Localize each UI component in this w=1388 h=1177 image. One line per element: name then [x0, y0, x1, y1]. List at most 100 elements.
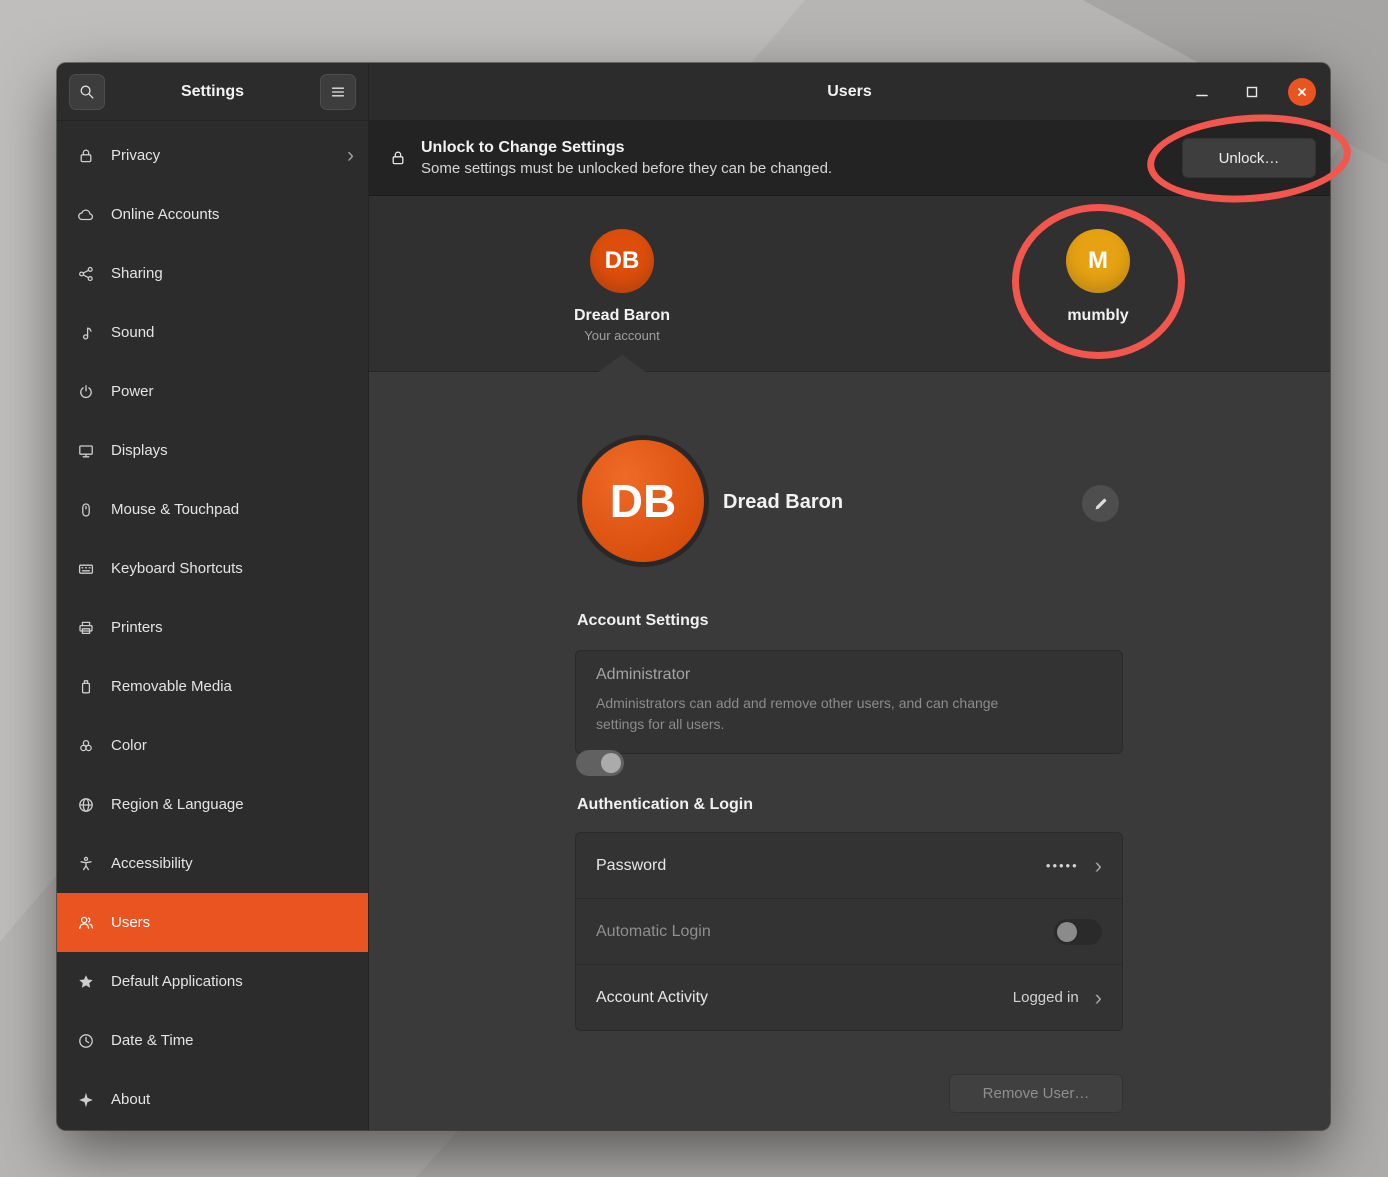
- maximize-button[interactable]: [1238, 78, 1266, 106]
- sparkle-icon: [77, 1091, 95, 1109]
- toggle-knob: [1057, 922, 1077, 942]
- row-label: Password: [596, 857, 666, 875]
- profile-avatar[interactable]: DB: [577, 435, 709, 567]
- sound-icon: [77, 324, 95, 342]
- sidebar-item-label: Printers: [111, 619, 354, 636]
- sidebar-item-label: Color: [111, 737, 354, 754]
- sidebar-item-label: Removable Media: [111, 678, 354, 695]
- lock-icon: [77, 147, 95, 165]
- row-value: •••••: [1046, 858, 1079, 873]
- lock-icon: [389, 149, 407, 167]
- sidebar-item-label: Default Applications: [111, 973, 354, 990]
- sidebar-item-label: Keyboard Shortcuts: [111, 560, 354, 577]
- user-avatar: M: [1066, 229, 1130, 293]
- sidebar-item-date-time[interactable]: Date & Time: [57, 1011, 368, 1070]
- sidebar-item-online-accounts[interactable]: Online Accounts: [57, 185, 368, 244]
- auth-row-automatic-login[interactable]: Automatic Login: [576, 899, 1122, 965]
- sidebar-item-default-applications[interactable]: Default Applications: [57, 952, 368, 1011]
- selected-user-notch: [598, 355, 646, 372]
- window-controls: [1188, 63, 1316, 121]
- desktop: { "colors": { "accent": "#E95420", "anno…: [0, 0, 1388, 1177]
- close-button[interactable]: [1288, 78, 1316, 106]
- minimize-button[interactable]: [1188, 78, 1216, 106]
- unlock-title: Unlock to Change Settings: [421, 139, 1168, 157]
- row-accessory: Logged in›: [1013, 987, 1102, 1009]
- administrator-card: Administrator Administrators can add and…: [575, 650, 1123, 754]
- user-name: Dread Baron: [574, 307, 670, 325]
- auth-row-account-activity[interactable]: Account ActivityLogged in›: [576, 965, 1122, 1030]
- sidebar-item-power[interactable]: Power: [57, 362, 368, 421]
- sidebar: Settings Privacy › Online Accounts Sharing S…: [57, 63, 369, 1130]
- sidebar-item-label: Mouse & Touchpad: [111, 501, 354, 518]
- avatar-initials: DB: [610, 474, 676, 528]
- remove-user-button[interactable]: Remove User…: [949, 1074, 1123, 1113]
- sidebar-item-label: Displays: [111, 442, 354, 459]
- search-button[interactable]: [69, 74, 105, 110]
- auth-login-heading: Authentication & Login: [577, 796, 753, 814]
- sidebar-item-label: About: [111, 1091, 354, 1108]
- sidebar-item-label: Date & Time: [111, 1032, 354, 1049]
- sidebar-title: Settings: [181, 83, 244, 101]
- toggle-knob: [601, 753, 621, 773]
- row-accessory: [1054, 919, 1102, 945]
- auth-row-password[interactable]: Password ••••• ›: [576, 833, 1122, 899]
- sidebar-item-label: Users: [111, 914, 354, 931]
- sidebar-item-printers[interactable]: Printers: [57, 598, 368, 657]
- sidebar-item-label: Power: [111, 383, 354, 400]
- row-accessory: ••••• ›: [1046, 855, 1102, 877]
- cloud-icon: [77, 206, 95, 224]
- profile-name: Dread Baron: [723, 491, 843, 514]
- main-area: Users Unlock to Change Settings Some set…: [369, 63, 1330, 1130]
- chevron-right-icon: ›: [1095, 855, 1102, 877]
- sidebar-item-privacy[interactable]: Privacy ›: [57, 126, 368, 185]
- administrator-toggle[interactable]: [576, 750, 624, 776]
- sidebar-item-sound[interactable]: Sound: [57, 303, 368, 362]
- power-icon: [77, 383, 95, 401]
- automatic-login-toggle[interactable]: [1054, 919, 1102, 945]
- unlock-button[interactable]: Unlock…: [1182, 138, 1316, 178]
- hamburger-menu-icon: [329, 83, 347, 101]
- administrator-description: Administrators can add and remove other …: [596, 693, 1026, 735]
- sidebar-item-about[interactable]: About: [57, 1070, 368, 1129]
- sidebar-list: Privacy › Online Accounts Sharing Sound Power…: [57, 121, 368, 1129]
- sidebar-item-accessibility[interactable]: Accessibility: [57, 834, 368, 893]
- chevron-right-icon: ›: [347, 145, 354, 166]
- removable-icon: [77, 678, 95, 696]
- sidebar-header: Settings: [57, 63, 368, 121]
- share-icon: [77, 265, 95, 283]
- unlock-text: Unlock to Change Settings Some settings …: [421, 139, 1168, 177]
- sidebar-item-color[interactable]: Color: [57, 716, 368, 775]
- user-detail-panel: DB Dread Baron Account Settings Administ…: [369, 372, 1330, 1130]
- user-card-dread-baron[interactable]: DBDread BaronYour account: [537, 229, 707, 343]
- sidebar-item-label: Online Accounts: [111, 206, 354, 223]
- sidebar-item-region-language[interactable]: Region & Language: [57, 775, 368, 834]
- user-avatar: DB: [590, 229, 654, 293]
- search-icon: [78, 83, 96, 101]
- sidebar-item-mouse-touchpad[interactable]: Mouse & Touchpad: [57, 480, 368, 539]
- sidebar-item-sharing[interactable]: Sharing: [57, 244, 368, 303]
- sidebar-item-label: Privacy: [111, 147, 331, 164]
- mouse-icon: [77, 501, 95, 519]
- edit-name-button[interactable]: [1082, 485, 1119, 522]
- chevron-right-icon: ›: [1095, 987, 1102, 1009]
- administrator-label: Administrator: [596, 666, 1102, 684]
- sidebar-item-label: Sound: [111, 324, 354, 341]
- main-header: Users: [369, 63, 1330, 121]
- printer-icon: [77, 619, 95, 637]
- sidebar-item-keyboard-shortcuts[interactable]: Keyboard Shortcuts: [57, 539, 368, 598]
- user-card-mumbly[interactable]: Mmumbly: [1013, 229, 1183, 325]
- avatar-initials: DB: [605, 247, 640, 275]
- row-label: Automatic Login: [596, 923, 711, 941]
- settings-window: Settings Privacy › Online Accounts Sharing S…: [57, 63, 1330, 1130]
- sidebar-item-label: Region & Language: [111, 796, 354, 813]
- user-name: mumbly: [1067, 307, 1128, 325]
- globe-icon: [77, 796, 95, 814]
- unlock-subtitle: Some settings must be unlocked before th…: [421, 160, 1168, 177]
- sidebar-item-displays[interactable]: Displays: [57, 421, 368, 480]
- color-icon: [77, 737, 95, 755]
- sidebar-item-removable-media[interactable]: Removable Media: [57, 657, 368, 716]
- pencil-icon: [1092, 495, 1110, 513]
- star-icon: [77, 973, 95, 991]
- menu-button[interactable]: [320, 74, 356, 110]
- sidebar-item-users[interactable]: Users: [57, 893, 368, 952]
